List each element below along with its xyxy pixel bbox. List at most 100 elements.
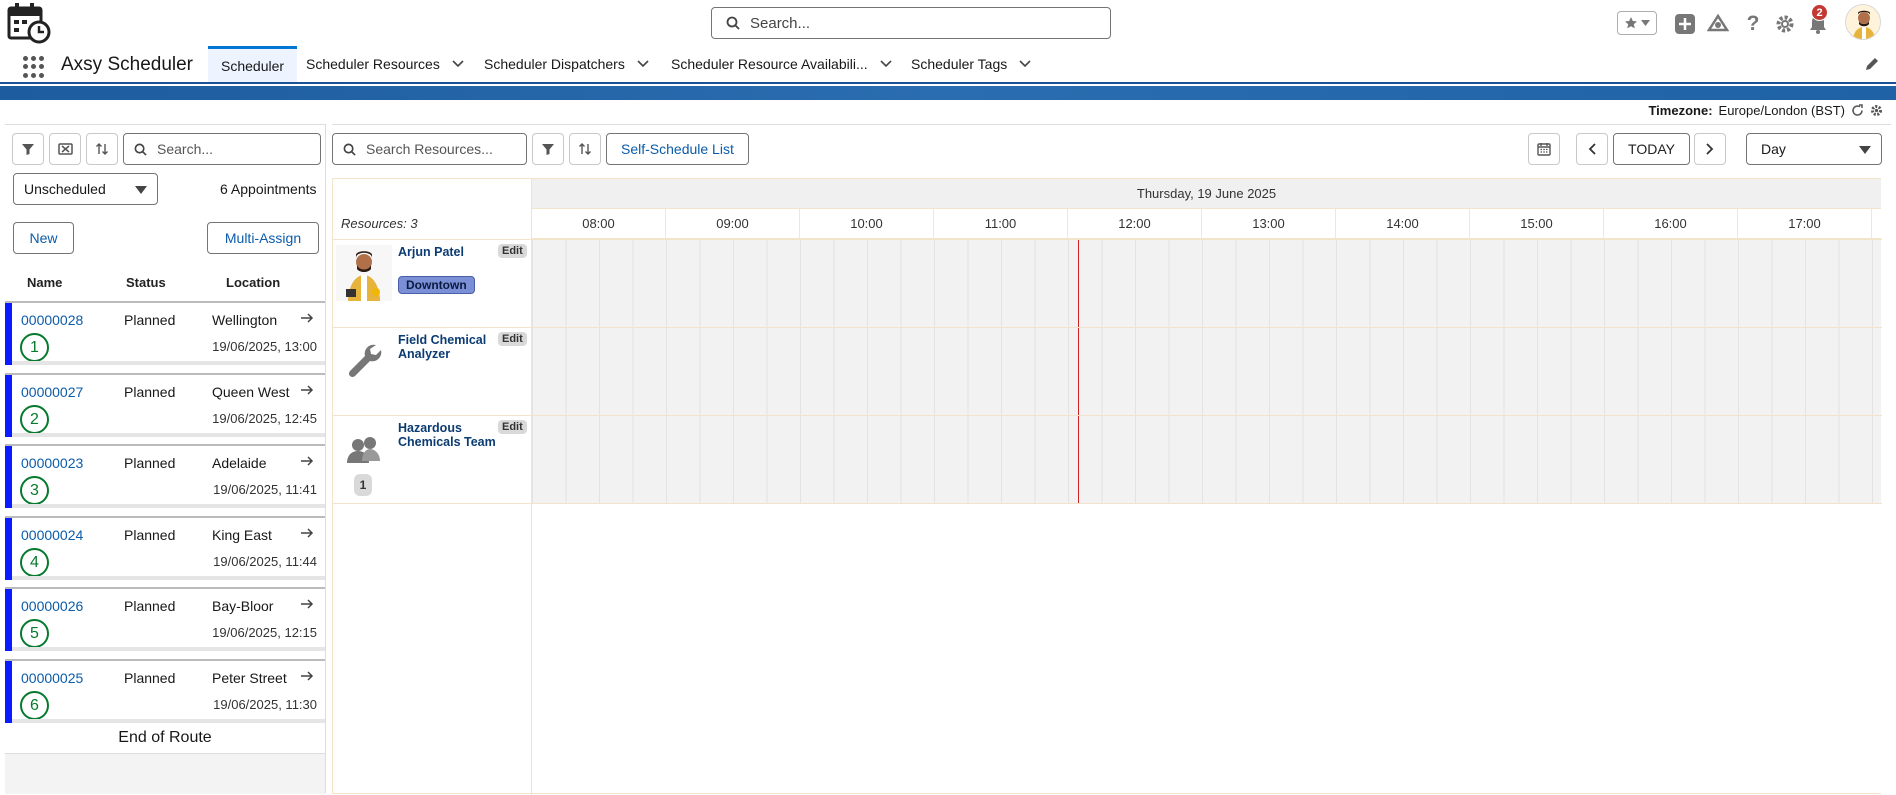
appointment-filter-select[interactable]: Unscheduled — [13, 173, 158, 205]
chevron-down-icon[interactable] — [880, 60, 892, 68]
resource-name-link[interactable]: Arjun Patel — [398, 245, 498, 259]
arrow-right-icon[interactable] — [300, 454, 314, 468]
edit-resource-button[interactable]: Edit — [498, 420, 527, 434]
resource-filter-button[interactable] — [532, 133, 564, 165]
chevron-down-icon[interactable] — [637, 60, 649, 68]
previous-day-button[interactable] — [1576, 133, 1608, 165]
user-avatar[interactable] — [1845, 4, 1881, 40]
row-shadow — [12, 576, 325, 580]
global-add-button[interactable] — [1673, 12, 1697, 36]
appointment-status: Planned — [124, 455, 176, 471]
timeline-grid[interactable] — [532, 239, 1881, 503]
appointment-search-input[interactable]: Search... — [123, 133, 321, 165]
today-button[interactable]: TODAY — [1613, 133, 1690, 165]
resource-name-link[interactable]: Hazardous Chemicals Team — [398, 421, 498, 449]
column-header-name[interactable]: Name — [27, 275, 62, 290]
setup-assistant-button[interactable] — [1706, 12, 1730, 36]
sort-button[interactable] — [86, 133, 118, 165]
appointment-accent-bar — [5, 589, 12, 651]
appointment-number-link[interactable]: 00000026 — [21, 598, 83, 614]
refresh-icon[interactable] — [1851, 104, 1864, 117]
date-picker-button[interactable] — [1528, 133, 1560, 165]
team-member-count: 1 — [354, 474, 372, 496]
arrow-right-icon[interactable] — [300, 383, 314, 397]
view-select[interactable]: Day — [1746, 133, 1882, 165]
appointment-number-link[interactable]: 00000028 — [21, 312, 83, 328]
tab-label: Scheduler — [221, 57, 285, 74]
tab-scheduler-resources[interactable]: Scheduler Resources — [306, 46, 464, 82]
resource-sort-button[interactable] — [569, 133, 601, 165]
hour-header-row: 08:00 09:00 10:00 11:00 12:00 13:00 14:0… — [532, 209, 1881, 239]
setup-gear-button[interactable] — [1773, 12, 1797, 36]
row-divider — [333, 415, 1882, 416]
filter-off-icon — [57, 143, 73, 155]
route-order-badge: 5 — [20, 619, 49, 648]
appointment-row[interactable]: 00000023 Planned Adelaide 19/06/2025, 11… — [5, 444, 325, 508]
global-search-input[interactable]: Search... — [711, 7, 1111, 39]
favorites-button[interactable] — [1617, 11, 1657, 35]
schedule-panel: Search Resources... Self-Schedule List T… — [332, 124, 1891, 795]
help-icon: ? — [1746, 12, 1760, 35]
app-calendar-logo[interactable] — [6, 2, 52, 44]
appointment-number-link[interactable]: 00000023 — [21, 455, 83, 471]
row-divider — [333, 503, 1882, 504]
column-header-location[interactable]: Location — [226, 275, 280, 290]
resource-search-input[interactable]: Search Resources... — [332, 133, 527, 165]
appointment-number-link[interactable]: 00000027 — [21, 384, 83, 400]
edit-resource-button[interactable]: Edit — [498, 244, 527, 258]
chevron-down-icon[interactable] — [1019, 60, 1031, 68]
appointment-location: Adelaide — [212, 455, 267, 471]
tab-scheduler[interactable]: Scheduler — [208, 46, 298, 82]
resource-search-placeholder: Search Resources... — [366, 141, 493, 157]
arrow-right-icon[interactable] — [300, 669, 314, 683]
filter-button[interactable] — [12, 133, 44, 165]
filter-icon — [542, 144, 554, 155]
gear-icon[interactable] — [1870, 104, 1883, 117]
arrow-right-icon[interactable] — [300, 526, 314, 540]
appointment-row[interactable]: 00000024 Planned King East 19/06/2025, 1… — [5, 516, 325, 580]
self-schedule-list-button[interactable]: Self-Schedule List — [606, 133, 749, 165]
tab-scheduler-resource-availability[interactable]: Scheduler Resource Availabili... — [671, 46, 892, 82]
route-order-badge: 1 — [20, 333, 49, 362]
timezone-label: Timezone: — [1648, 103, 1713, 118]
chevron-down-icon[interactable] — [452, 60, 464, 68]
appointment-datetime: 19/06/2025, 11:41 — [213, 482, 317, 497]
tab-scheduler-tags[interactable]: Scheduler Tags — [911, 46, 1031, 82]
search-icon — [726, 16, 740, 30]
column-header-status[interactable]: Status — [126, 275, 166, 290]
clear-filter-button[interactable] — [49, 133, 81, 165]
appointment-row[interactable]: 00000028 Planned Wellington 19/06/2025, … — [5, 301, 325, 365]
multi-assign-button[interactable]: Multi-Assign — [207, 222, 319, 254]
app-launcher-icon[interactable] — [23, 56, 45, 78]
caret-down-icon — [1859, 146, 1871, 154]
arrow-right-icon[interactable] — [300, 311, 314, 325]
hour-label: 17:00 — [1738, 209, 1872, 239]
row-divider — [333, 239, 1882, 240]
appointment-row[interactable]: 00000027 Planned Queen West 19/06/2025, … — [5, 373, 325, 437]
appointment-number-link[interactable]: 00000024 — [21, 527, 83, 543]
edit-resource-button[interactable]: Edit — [498, 332, 527, 346]
hour-label: 15:00 — [1470, 209, 1604, 239]
panel-footer — [5, 753, 325, 794]
help-button[interactable]: ? — [1741, 12, 1765, 36]
appointment-accent-bar — [5, 303, 12, 365]
team-icon — [347, 437, 380, 463]
appointment-row[interactable]: 00000026 Planned Bay-Bloor 19/06/2025, 1… — [5, 587, 325, 651]
new-appointment-button[interactable]: New — [13, 222, 74, 254]
next-day-button[interactable] — [1694, 133, 1726, 165]
arrow-right-icon[interactable] — [300, 597, 314, 611]
row-shadow — [12, 719, 325, 723]
tab-scheduler-dispatchers[interactable]: Scheduler Dispatchers — [484, 46, 649, 82]
notification-count-badge: 2 — [1811, 4, 1828, 21]
resource-name-link[interactable]: Field Chemical Analyzer — [398, 333, 498, 361]
sort-icon — [96, 143, 108, 155]
tab-label: Scheduler Resource Availabili... — [671, 56, 868, 72]
search-icon — [134, 143, 147, 156]
edit-nav-pencil-icon[interactable] — [1864, 56, 1880, 72]
appointment-location: Wellington — [212, 312, 278, 328]
appointment-number-link[interactable]: 00000025 — [21, 670, 83, 686]
appointment-row[interactable]: 00000025 Planned Peter Street 19/06/2025… — [5, 659, 325, 723]
hour-label: 16:00 — [1604, 209, 1738, 239]
calendar-icon — [1537, 143, 1551, 156]
date-header: Thursday, 19 June 2025 — [532, 179, 1881, 209]
